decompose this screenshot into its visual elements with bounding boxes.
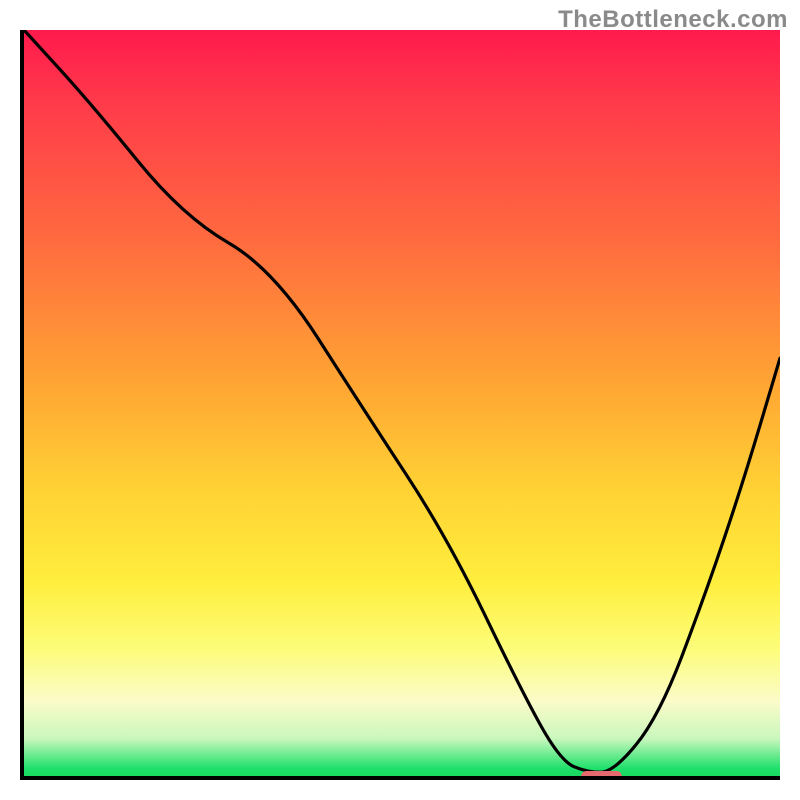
optimal-point-marker (581, 771, 623, 776)
bottleneck-curve (24, 30, 780, 776)
chart-axes (20, 30, 780, 780)
plot-area (24, 30, 780, 776)
